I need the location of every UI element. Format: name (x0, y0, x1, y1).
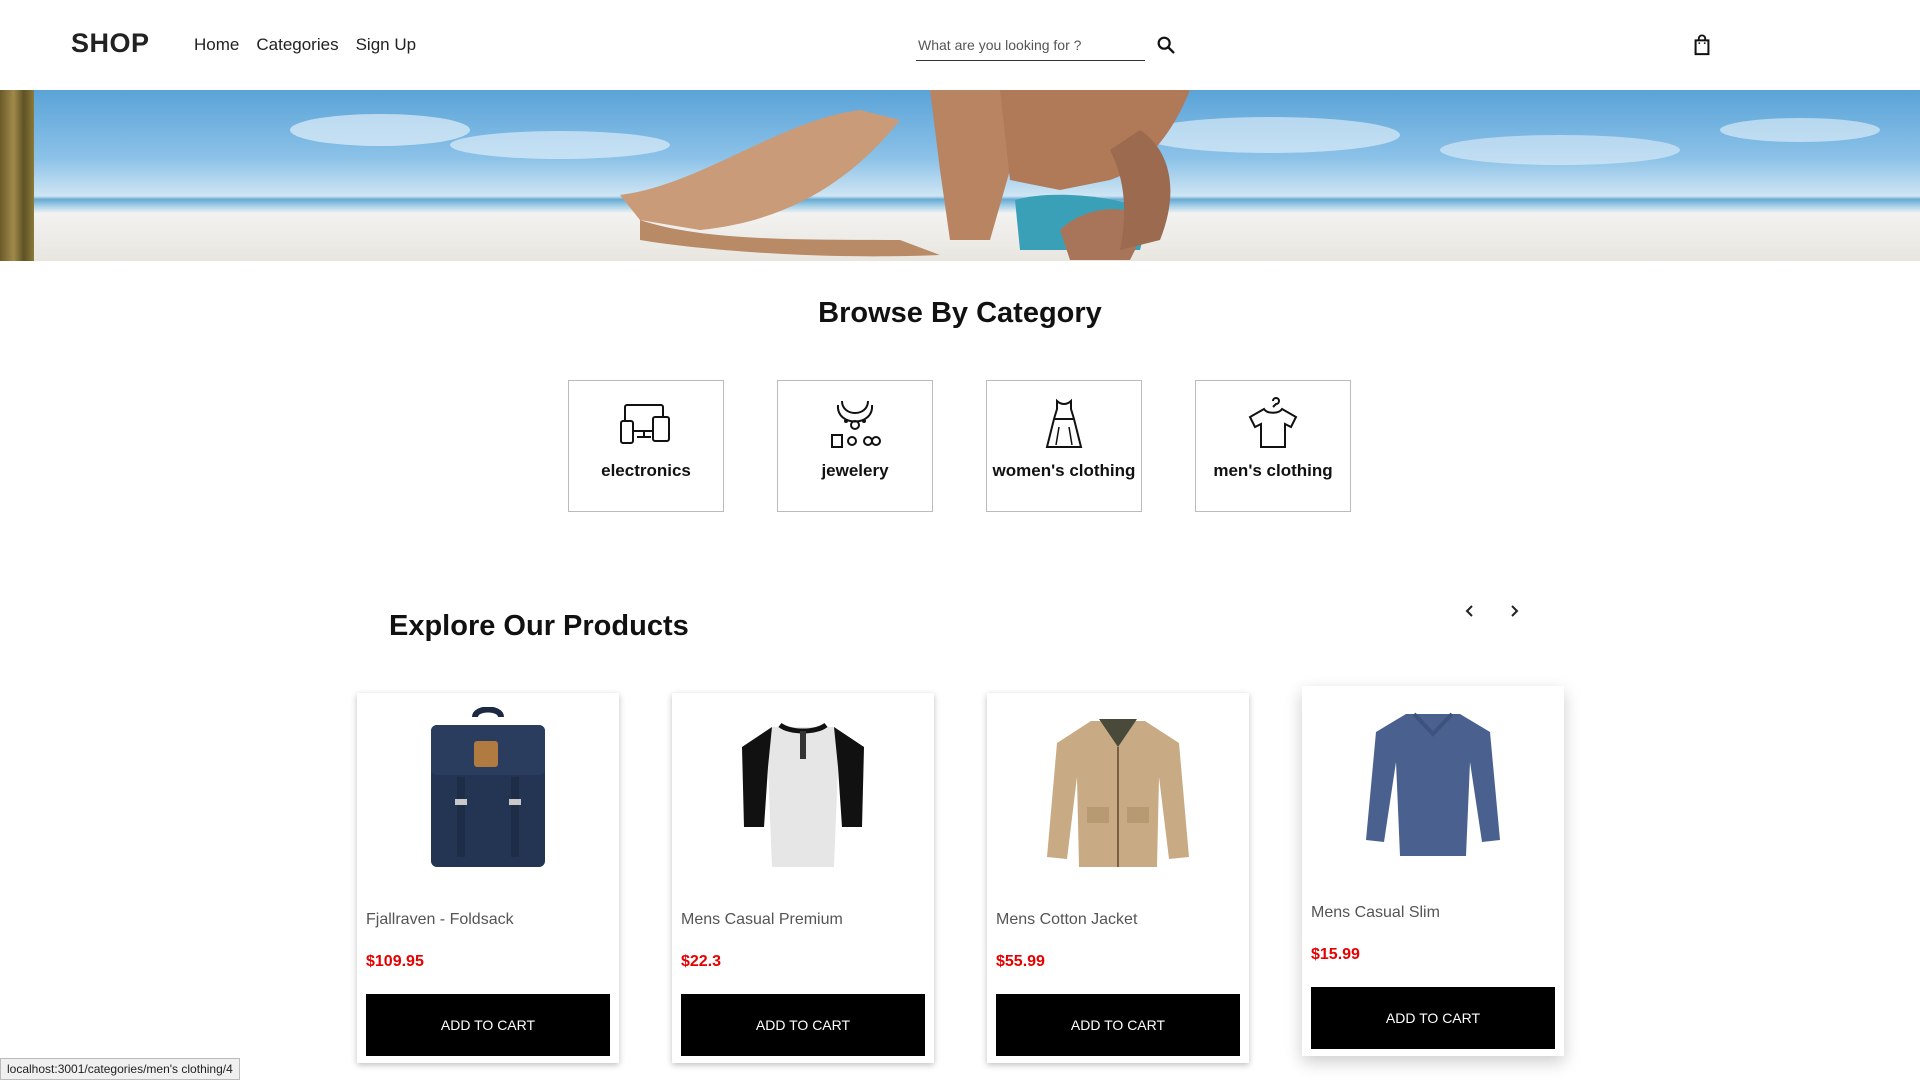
longsleeve-tee-image (1366, 712, 1500, 856)
add-to-cart-button[interactable]: ADD TO CART (1311, 987, 1555, 1049)
backpack-image (431, 707, 545, 867)
jacket-image (1047, 719, 1189, 867)
shop-logo[interactable]: SHOP (71, 28, 150, 59)
link-status-bar: localhost:3001/categories/men's clothing… (0, 1058, 240, 1080)
add-to-cart-button[interactable]: ADD TO CART (366, 994, 610, 1056)
category-label: jewelery (821, 461, 889, 480)
nav-home[interactable]: Home (194, 35, 239, 55)
search-input[interactable] (916, 30, 1145, 60)
hero-image (290, 90, 1880, 260)
nav-sign-up[interactable]: Sign Up (356, 35, 416, 55)
product-price: $22.3 (681, 953, 722, 970)
products-section-title: Explore Our Products (389, 610, 689, 642)
category-card-jewelery[interactable]: jewelery (777, 380, 933, 512)
palm-trunk (0, 90, 34, 261)
category-card-womens-clothing[interactable]: women's clothing (986, 380, 1142, 512)
search-icon[interactable] (1155, 34, 1177, 56)
category-card-mens-clothing[interactable]: men's clothing (1195, 380, 1351, 512)
tshirt-icon (1248, 397, 1298, 448)
product-price: $109.95 (366, 953, 424, 970)
product-price: $55.99 (996, 953, 1045, 970)
raglan-tee-image (742, 722, 864, 867)
nav-categories[interactable]: Categories (256, 35, 338, 55)
category-label: men's clothing (1213, 461, 1333, 480)
category-label: women's clothing (992, 461, 1136, 480)
chevron-left-icon[interactable] (1459, 600, 1481, 622)
category-section-title: Browse By Category (818, 297, 1102, 329)
dress-icon (1045, 398, 1083, 448)
category-label: electronics (601, 461, 691, 480)
add-to-cart-button[interactable]: ADD TO CART (996, 994, 1240, 1056)
product-card[interactable]: Mens Casual Premium $22.3 ADD TO CART (672, 693, 934, 1063)
devices-icon (620, 404, 670, 444)
product-card[interactable]: Mens Casual Slim $15.99 ADD TO CART (1302, 686, 1564, 1056)
product-name: Mens Casual Slim (1311, 904, 1440, 921)
chevron-right-icon[interactable] (1503, 600, 1525, 622)
product-name: Mens Cotton Jacket (996, 911, 1138, 928)
add-to-cart-button[interactable]: ADD TO CART (681, 994, 925, 1056)
category-list: electronics jewelery women's clothing me… (568, 380, 1351, 512)
category-card-electronics[interactable]: electronics (568, 380, 724, 512)
product-price: $15.99 (1311, 946, 1360, 963)
product-card[interactable]: Mens Cotton Jacket $55.99 ADD TO CART (987, 693, 1249, 1063)
search-box (916, 30, 1145, 61)
product-name: Mens Casual Premium (681, 911, 843, 928)
jewelry-icon (831, 400, 881, 448)
shopping-bag-icon[interactable] (1691, 33, 1713, 57)
hero-banner (0, 90, 1920, 261)
product-card[interactable]: Fjallraven - Foldsack $109.95 ADD TO CAR… (357, 693, 619, 1063)
site-header: SHOP Home Categories Sign Up (0, 0, 1920, 90)
main-nav: Home Categories Sign Up (194, 35, 416, 55)
product-name: Fjallraven - Foldsack (366, 911, 514, 928)
